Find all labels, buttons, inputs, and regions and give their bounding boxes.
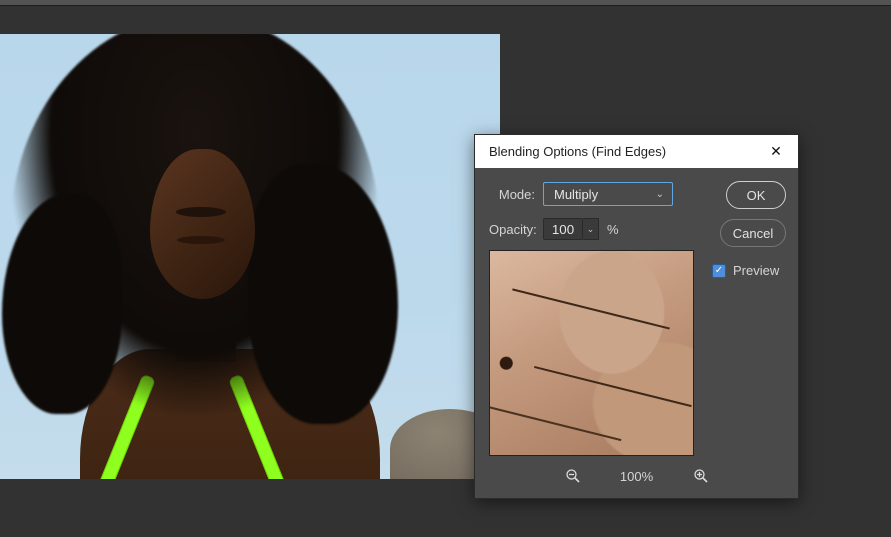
opacity-unit: %	[607, 222, 619, 237]
preview-checkbox[interactable]: ✓	[712, 264, 726, 278]
mode-select[interactable]: Multiply ⌄	[543, 182, 673, 206]
cancel-button[interactable]: Cancel	[720, 219, 786, 247]
opacity-label: Opacity:	[489, 222, 543, 237]
app-menubar	[0, 0, 891, 6]
mode-value: Multiply	[554, 187, 598, 202]
blending-options-dialog: Blending Options (Find Edges) ✕ OK Cance…	[474, 134, 799, 499]
opacity-input[interactable]	[543, 218, 583, 240]
zoom-in-icon	[693, 468, 709, 484]
ok-button[interactable]: OK	[726, 181, 786, 209]
dialog-titlebar[interactable]: Blending Options (Find Edges) ✕	[475, 135, 798, 168]
close-icon[interactable]: ✕	[764, 140, 788, 164]
document-canvas[interactable]	[0, 34, 500, 479]
canvas-face	[150, 149, 255, 299]
zoom-in-button[interactable]	[691, 466, 711, 486]
zoom-out-icon	[565, 468, 581, 484]
preview-checkbox-row[interactable]: ✓ Preview	[712, 263, 786, 278]
dialog-body: OK Cancel ✓ Preview Mode: Multiply ⌄ Opa…	[475, 168, 798, 498]
dialog-title: Blending Options (Find Edges)	[489, 144, 666, 159]
zoom-value: 100%	[617, 469, 657, 484]
dialog-right-column: OK Cancel ✓ Preview	[702, 181, 786, 278]
zoom-out-button[interactable]	[563, 466, 583, 486]
chevron-down-icon: ⌄	[656, 189, 664, 200]
chevron-down-icon: ⌄	[587, 224, 595, 235]
preview-thumbnail[interactable]	[489, 250, 694, 456]
mode-label: Mode:	[489, 187, 543, 202]
opacity-stepper[interactable]: ⌄	[583, 218, 599, 240]
zoom-controls: 100%	[489, 466, 784, 486]
preview-label: Preview	[733, 263, 779, 278]
